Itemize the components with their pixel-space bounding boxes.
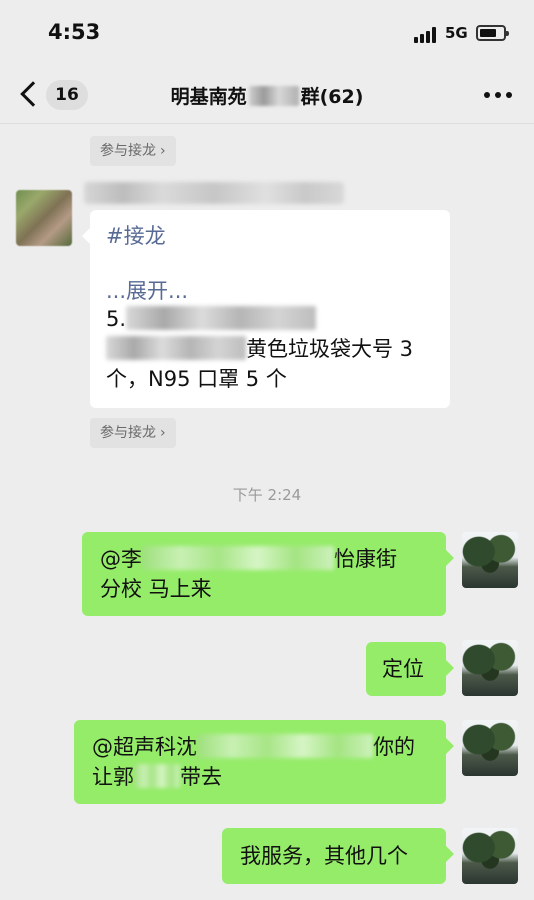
sender-avatar[interactable] [16, 190, 72, 246]
chevron-right-icon: › [160, 425, 166, 441]
redacted-text [134, 764, 180, 788]
jielong-item-number: 5. [106, 307, 127, 331]
chat-title-prefix: 明基南苑 [170, 86, 247, 108]
chat-header: 16 明基南苑 群(62) [0, 66, 534, 124]
chevron-right-icon: › [160, 143, 166, 159]
message-timestamp: 下午 2:24 [232, 486, 302, 504]
mention-text: @李 [100, 547, 142, 571]
mention-text: @超声科沈 [92, 735, 197, 759]
message-line: @超声科沈 你的 [92, 732, 428, 762]
outgoing-message-bubble[interactable]: 定位 [366, 642, 454, 696]
self-avatar[interactable] [462, 640, 518, 696]
join-jielong-label: 参与接龙 [100, 425, 156, 441]
join-jielong-button[interactable]: 参与接龙 › [90, 418, 176, 448]
jielong-message-bubble[interactable]: #接龙 ...展开... 5. 黄色垃圾袋大号 3 个，N95 口罩 5 个 [82, 210, 450, 408]
unread-count-badge: 16 [46, 80, 88, 110]
redacted-text [126, 306, 317, 330]
expand-link[interactable]: ...展开... [106, 278, 434, 304]
message-text: 带去 [180, 765, 222, 789]
back-button[interactable]: 16 [14, 78, 94, 112]
message-line: 分校 马上来 [100, 577, 212, 601]
self-avatar[interactable] [462, 720, 518, 776]
redacted-text [106, 336, 246, 360]
sender-name-redacted [84, 182, 344, 204]
jielong-item-line3: 个，N95 口罩 5 个 [106, 367, 287, 391]
redacted-text [197, 734, 373, 758]
more-options-button[interactable] [484, 92, 512, 100]
self-avatar[interactable] [462, 532, 518, 588]
message-text: 我服务，其他几个 [240, 844, 408, 868]
join-jielong-label: 参与接龙 [100, 143, 156, 159]
outgoing-message-bubble[interactable]: @超声科沈 你的 让郭 带去 [74, 720, 454, 804]
message-line: 让郭 带去 [92, 762, 428, 792]
message-line: @李 怡康街 [100, 544, 428, 574]
join-jielong-button[interactable]: 参与接龙 › [90, 136, 176, 166]
message-text: 让郭 [92, 765, 134, 789]
chat-title: 明基南苑 群(62) [100, 82, 434, 109]
jielong-item-line1: 5. [106, 304, 434, 334]
status-time: 4:53 [48, 20, 101, 44]
outgoing-message-bubble[interactable]: 我服务，其他几个 [222, 828, 454, 884]
outgoing-message-bubble[interactable]: @李 怡康街 分校 马上来 [82, 532, 454, 616]
battery-icon [476, 25, 509, 41]
jielong-item-line2: 黄色垃圾袋大号 3 [106, 334, 434, 364]
signal-icon [414, 27, 438, 43]
jielong-tag[interactable]: #接龙 [106, 220, 434, 252]
self-avatar[interactable] [462, 828, 518, 884]
status-bar: 4:53 5G [0, 0, 534, 66]
redacted-text [248, 86, 299, 106]
redacted-text [142, 546, 334, 570]
message-text: 怡康街 [334, 547, 397, 571]
chevron-left-icon [20, 81, 46, 107]
chat-title-suffix: 群(62) [300, 86, 364, 108]
network-type: 5G [445, 24, 468, 42]
message-text: 定位 [382, 657, 424, 681]
jielong-item-text: 黄色垃圾袋大号 3 [246, 337, 414, 361]
message-text: 你的 [373, 735, 415, 759]
